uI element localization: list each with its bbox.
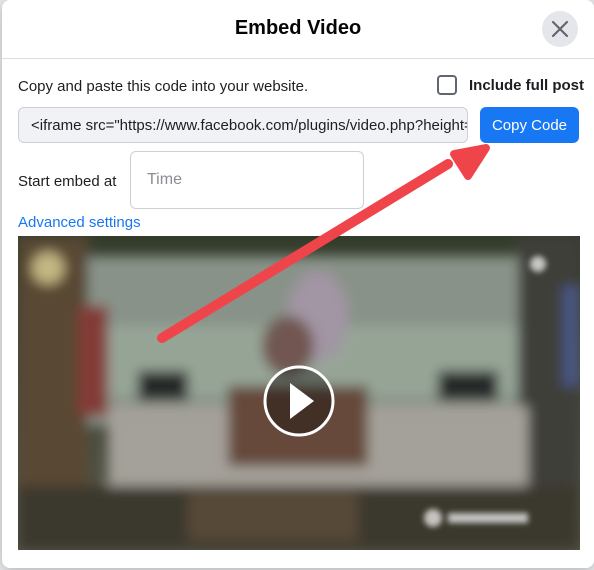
copy-code-button[interactable]: Copy Code: [480, 107, 579, 143]
include-full-post-checkbox[interactable]: [437, 75, 457, 95]
advanced-settings-link[interactable]: Advanced settings: [18, 214, 141, 231]
start-embed-label: Start embed at: [18, 173, 117, 190]
dialog-header: Embed Video: [2, 0, 594, 59]
close-icon: [551, 20, 569, 38]
start-time-input[interactable]: [130, 151, 364, 209]
instructions-text: Copy and paste this code into your websi…: [18, 78, 309, 95]
embed-code-field[interactable]: <iframe src="https://www.facebook.com/pl…: [18, 107, 468, 143]
close-button[interactable]: [542, 11, 578, 47]
video-thumbnail: [18, 236, 580, 550]
play-icon[interactable]: [263, 365, 335, 437]
embed-video-dialog: Embed Video Copy and paste this code int…: [2, 0, 594, 568]
video-preview[interactable]: [18, 236, 580, 550]
include-full-post-option[interactable]: Include full post: [437, 75, 584, 95]
dialog-title: Embed Video: [234, 17, 362, 39]
include-full-post-label: Include full post: [469, 76, 584, 94]
